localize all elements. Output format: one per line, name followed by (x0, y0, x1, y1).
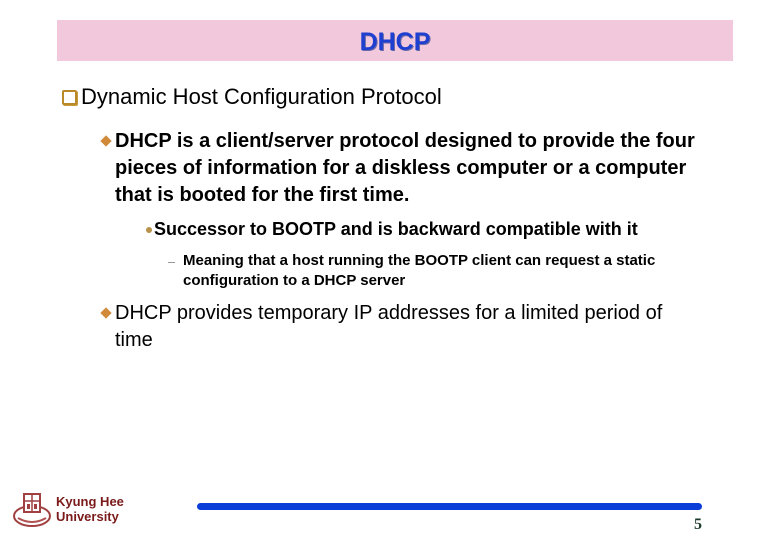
slide-title: DHCP (359, 28, 431, 56)
university-crest-icon (13, 493, 51, 527)
university-name-line1: Kyung Hee (56, 494, 124, 509)
checkbox-bullet-icon (62, 89, 77, 105)
page-number: 5 (694, 516, 702, 533)
sub-sub-bullet-text: Meaning that a host running the BOOTP cl… (183, 252, 656, 289)
diamond-bullet-icon (100, 135, 112, 147)
footer-divider (197, 503, 702, 510)
dot-bullet-icon (146, 227, 152, 233)
sub-bullet-text: Successor to BOOTP and is backward compa… (154, 219, 638, 239)
dash-bullet-icon (168, 262, 175, 263)
bullet-text: DHCP provides temporary IP addresses for… (115, 302, 663, 351)
sub-sub-bullet-item: Meaning that a host running the BOOTP cl… (168, 251, 723, 291)
bullet-item: DHCP provides temporary IP addresses for… (100, 300, 695, 354)
heading-item: Dynamic Host Configuration Protocol (62, 84, 442, 110)
sub-bullet-item: Successor to BOOTP and is backward compa… (146, 219, 638, 240)
slide-title-bar: DHCP (57, 20, 733, 61)
diamond-bullet-icon (100, 307, 112, 319)
bullet-text: DHCP is a client/server protocol designe… (115, 130, 695, 206)
bullet-item: DHCP is a client/server protocol designe… (100, 128, 715, 209)
university-name-line2: University (56, 509, 119, 524)
heading-text: Dynamic Host Configuration Protocol (81, 84, 442, 109)
university-name: Kyung Hee University (56, 494, 124, 524)
